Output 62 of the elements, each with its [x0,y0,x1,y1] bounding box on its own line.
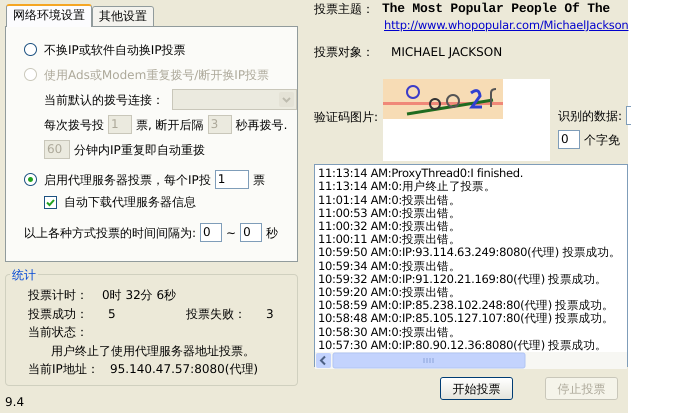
log-line: 10:57:30 AM:0:IP:80.90.12.36:8080(代理) 投票成功。 [317,338,608,352]
stat-label: 投票成功： [28,306,89,322]
log-line: 11:00:32 AM:0:投票出错。 [317,220,462,234]
dropdown[interactable] [172,89,297,110]
field-label: 秒 [266,224,278,242]
input-field[interactable]: 0 [558,130,580,150]
target-text: MICHAEL JACKSON [391,44,502,62]
caret-icon [279,92,294,107]
stat-label: 投票失败： [186,306,247,322]
input-field[interactable]: 1 [214,170,249,189]
log-line: 10:59:50 AM:0:IP:93.114.63.249:8080(代理) 投票成功。 [317,246,622,260]
radio-button[interactable] [24,43,37,56]
log-line: 10:58:30 AM:0:投票出错。 [317,326,462,339]
input-field[interactable] [626,106,632,126]
tab[interactable]: 网络环境设置 [6,4,92,27]
log-line: 10:59:32 AM:0:IP:91.120.21.169:80(代理) 投票成功。 [317,272,608,286]
field-label: 票, 断开后隔 [136,116,204,134]
scroll-left-icon[interactable] [315,352,332,370]
stat-value: 3 [266,306,274,322]
field-label: 投票对象： [314,44,375,62]
radio-label: 不换IP或软件自动换IP投票 [44,42,186,58]
log-line: 11:13:14 AM:0:用户终止了投票。 [317,180,497,194]
log-line: 10:59:20 AM:0:投票出错。 [317,286,462,300]
field-label: 每次拨号投 [44,116,104,134]
field-label: 识别的数据: [558,108,622,125]
field-label: 验证码图片: [314,109,380,126]
stat-label: 当前状态： [28,324,88,341]
scrollbar[interactable] [315,352,627,370]
field-label: 秒再拨号. [236,116,288,134]
log-line: 11:00:53 AM:0:投票出错。 [317,206,462,220]
tab[interactable]: 其他设置 [92,6,154,26]
scroll-thumb[interactable] [332,352,526,370]
log-line: 11:01:14 AM:0:投票出错。 [317,194,462,207]
input-field[interactable]: 0 [200,223,222,242]
log-line: 11:00:11 AM:0:投票出错。 [317,233,462,246]
stat-label: 投票计时： [28,287,89,304]
input-field[interactable]: 0 [240,223,262,242]
field-label: 投票主题： [314,0,375,18]
version-text: 9.4 [5,394,26,411]
topic-title: The Most Popular People Of The [382,0,610,18]
checkbox-label: 自动下载代理服务器信息 [64,194,196,211]
checkbox[interactable] [44,196,57,208]
separator-text: ~ [226,224,236,242]
stat-value: 95.140.47.57:8080(代理) [110,361,258,378]
radio-label: 启用代理服务器投票，每个IP投 [44,172,211,188]
log-line: 11:13:14 AM:ProxyThread0:I finished. [317,167,524,180]
radio-label: 使用Ads或Modem重复拨号/断开换IP投票 [44,66,270,84]
field-label: 以上各种方式投票的时间间隔为: [24,224,196,242]
field-label: 个字免 [584,132,620,149]
field-label: 当前默认的拨号连接： [44,92,164,108]
field-label: 分钟内IP重复即自动重拨 [74,142,205,158]
field-label: 票 [252,172,265,188]
log-line: 10:58:48 AM:0:IP:85.105.127.107:80(代理) 投票成功。 [317,312,615,326]
radio-button[interactable] [24,173,37,186]
link[interactable]: http://www.whopopular.com/MichaelJackson [384,18,628,32]
log-line: 10:59:34 AM:0:投票出错。 [317,260,462,273]
vote-button[interactable]: 开始投票 [440,377,513,400]
stat-label: 当前IP地址： [28,361,100,378]
log-line: 10:58:59 AM:0:IP:85.238.102.248:80(代理) 投票成功。 [317,299,615,312]
stat-value: 0时 32分 6秒 [102,287,176,304]
status-text: 用户终止了使用代理服务器地址投票。 [51,342,255,360]
stat-value: 5 [108,306,117,322]
